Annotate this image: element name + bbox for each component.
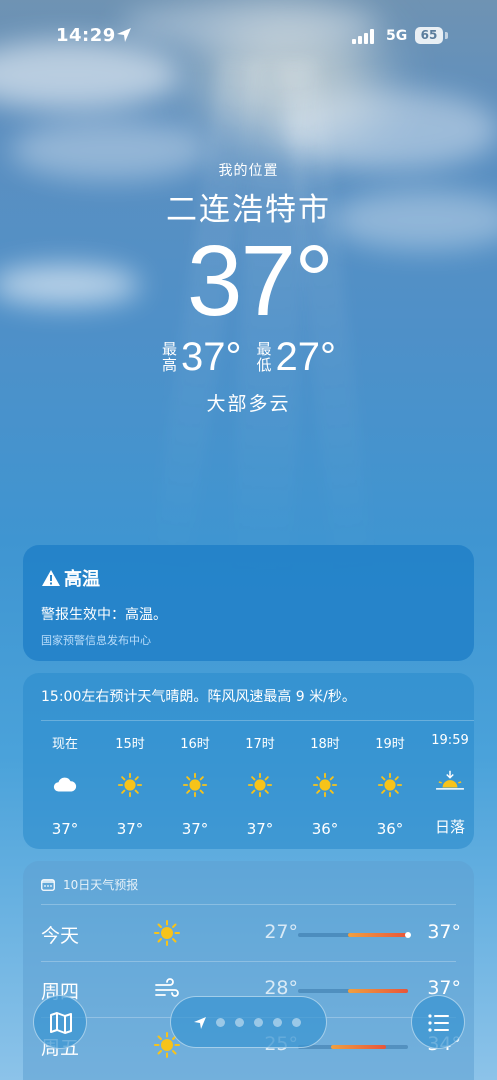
location-label: 我的位置 [218,163,279,179]
hourly-temp: 36° [311,820,339,838]
sun-icon [312,772,338,798]
hourly-item: 现在 37° [37,733,93,838]
hourly-time: 18时 [310,737,340,752]
list-icon [428,1014,449,1032]
hourly-item: 17时 37° [232,733,288,838]
hourly-item: 18时 36° [297,733,353,838]
hourly-item: 19:59 日落 [422,733,478,837]
network-type: 5G [386,28,408,44]
temp-range-bar [298,989,408,993]
page-indicator[interactable] [170,996,327,1048]
warning-icon [42,570,60,586]
day-low: 27° [264,921,298,943]
sun-icon [182,772,208,798]
high-temp-group: 最高 37° [160,335,242,379]
hourly-temp: 37° [116,820,144,838]
hourly-time: 19时 [375,737,405,752]
page-dot[interactable] [235,1018,244,1027]
page-dot[interactable] [292,1018,301,1027]
hourly-icon [422,768,478,798]
temp-range-bar [298,1045,408,1049]
city-list-button[interactable] [411,995,465,1049]
hourly-time: 16时 [180,737,210,752]
temp-range-fill [331,1045,386,1049]
alert-source[interactable]: 国家预警信息发布中心 [41,632,456,648]
sun-icon [247,772,273,798]
page-dot[interactable] [216,1018,225,1027]
divider [41,904,456,905]
sunset-icon [436,770,464,790]
daily-row[interactable]: 今天 27° 37° [23,906,474,962]
daily-header: 10日天气预报 [41,876,138,893]
day-icon [153,975,181,1003]
hourly-item: 15时 37° [102,733,158,838]
alert-text: 警报生效中：高温。 [41,607,167,623]
cloud-icon [53,777,77,792]
temp-range-fill [347,933,408,937]
hourly-temp: 37° [246,820,274,838]
page-dot[interactable] [254,1018,263,1027]
day-high: 37° [427,921,461,943]
divider [41,720,474,721]
city-name: 二连浩特市 [166,192,331,228]
page-dot[interactable] [273,1018,282,1027]
hourly-item: 16时 37° [167,733,223,838]
battery-icon: 65 [415,27,443,44]
daily-header-label: 10日天气预报 [63,878,139,892]
location-arrow-icon [194,1017,206,1029]
map-button[interactable] [33,995,87,1049]
hourly-temp: 日落 [434,818,465,836]
wind-icon [155,978,179,997]
low-label: 最低 [254,341,273,373]
sun-icon [117,772,143,798]
hourly-icon [37,772,93,802]
sun-icon [377,772,403,798]
hourly-time: 17时 [245,737,275,752]
hourly-temp: 37° [51,820,79,838]
location-arrow-icon [117,28,131,42]
hourly-temp: 36° [376,820,404,838]
sun-icon [154,920,180,946]
temp-range-bar [298,932,411,938]
calendar-icon [41,879,55,891]
status-time: 14:29 [56,25,116,46]
temp-range-fill [347,989,408,993]
hourly-icon [102,772,158,802]
day-name: 今天 [41,925,80,947]
cellular-signal-icon [352,29,374,44]
current-temperature: 37° [186,225,334,337]
hourly-forecast-card[interactable]: 15:00左右预计天气晴朗。阵风风速最高 9 米/秒。 现在 37° 15时 3… [23,673,474,849]
status-bar: 14:29 5G 65 [0,0,497,74]
condition-text: 大部多云 [206,393,291,415]
hourly-icon [167,772,223,802]
hourly-icon [297,772,353,802]
day-icon [153,919,181,947]
battery-tip [445,32,448,39]
high-low: 最高 37° 最低 27° [0,337,497,377]
hourly-icon [232,772,288,802]
low-temp: 27° [275,335,337,379]
weather-alert-card[interactable]: 高温 警报生效中：高温。 国家预警信息发布中心 [23,545,474,661]
hourly-time: 19:59 [431,733,469,748]
hourly-summary: 15:00左右预计天气晴朗。阵风风速最高 9 米/秒。 [41,689,356,705]
current-weather: 我的位置 二连浩特市 37° 最高 37° 最低 27° 大部多云 [0,160,497,416]
hourly-time: 现在 [51,737,78,752]
high-temp: 37° [181,335,242,379]
hourly-icon [362,772,418,802]
hourly-time: 15时 [115,737,145,752]
hourly-temp: 37° [181,820,209,838]
alert-title-row: 高温 [41,565,456,591]
map-icon [50,1012,72,1034]
alert-title: 高温 [64,569,100,590]
high-label: 最高 [160,341,178,373]
hourly-item: 19时 36° [362,733,418,838]
low-temp-group: 最低 27° [254,335,337,379]
